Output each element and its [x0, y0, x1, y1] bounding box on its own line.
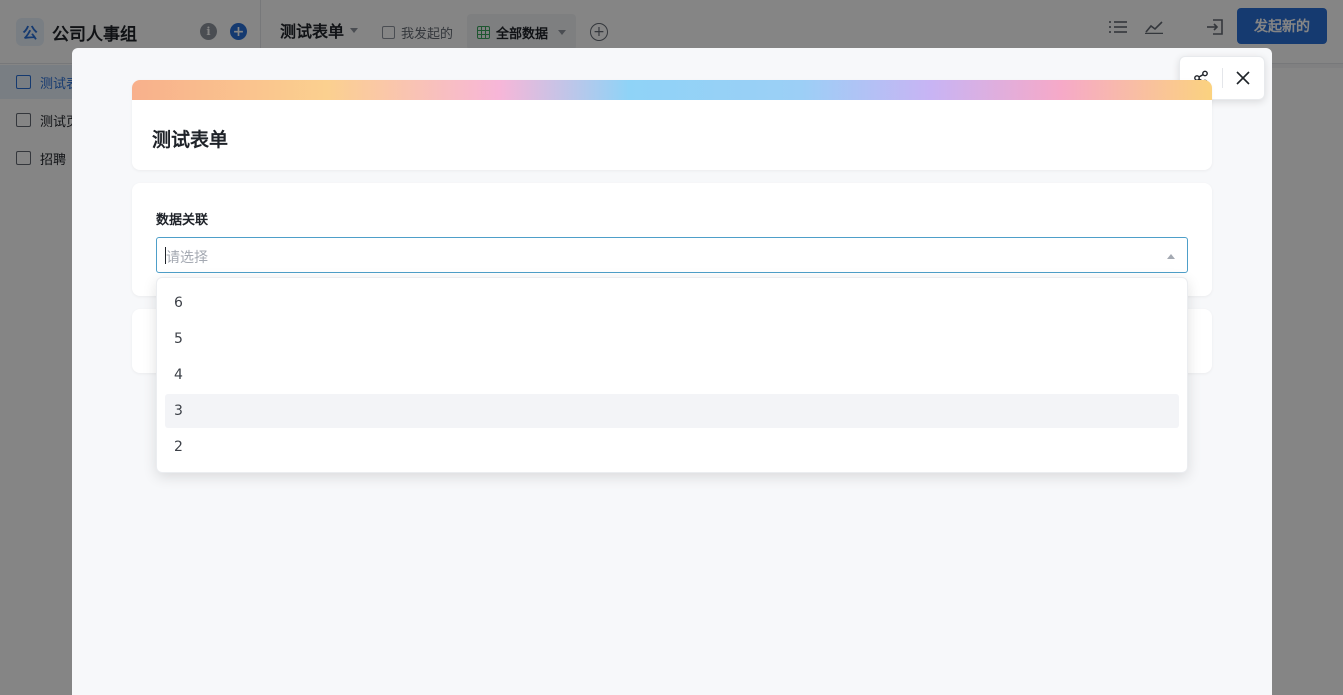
close-icon	[1236, 71, 1250, 85]
dropdown-option[interactable]: 2	[165, 430, 1179, 464]
close-button[interactable]	[1222, 56, 1264, 100]
field-label: 数据关联	[156, 213, 209, 228]
select-dropdown: 6 5 4 3 2	[156, 277, 1188, 473]
form-title: 测试表单	[152, 129, 229, 151]
dropdown-option[interactable]: 5	[165, 322, 1179, 356]
select-placeholder: 请选择	[166, 250, 208, 266]
data-link-select[interactable]: 请选择	[156, 237, 1188, 273]
dropdown-option[interactable]: 4	[165, 358, 1179, 392]
dropdown-option-hovered[interactable]: 3	[165, 394, 1179, 428]
header-banner	[132, 80, 1212, 100]
form-header-card: 测试表单	[132, 80, 1212, 170]
dropdown-option[interactable]: 6	[165, 286, 1179, 320]
chevron-up-icon	[1167, 254, 1175, 259]
